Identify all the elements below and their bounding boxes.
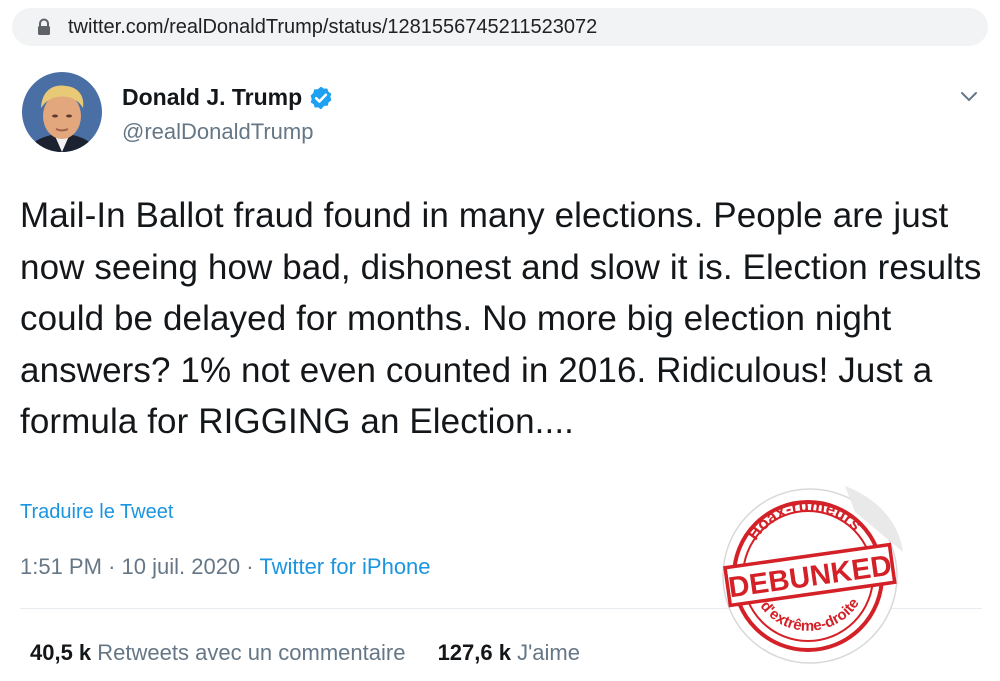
avatar[interactable] [22, 72, 102, 152]
author-row: Donald J. Trump [122, 84, 334, 111]
meta-separator: · [246, 554, 254, 579]
verified-badge-icon [308, 85, 334, 111]
author-name[interactable]: Donald J. Trump [122, 84, 302, 111]
chevron-down-icon[interactable] [953, 85, 985, 109]
tweet-date[interactable]: 10 juil. 2020 [122, 554, 241, 579]
tweet-text: Mail-In Ballot fraud found in many elect… [20, 196, 982, 441]
likes-stat[interactable]: 127,6 k J'aime [438, 640, 580, 665]
tweet-source-link[interactable]: Twitter for iPhone [259, 554, 430, 579]
lock-icon[interactable] [32, 15, 56, 39]
debunked-stamp: Hoax-rumeurs DEBUNKED d'extrême-droite [722, 486, 903, 664]
translate-tweet-link[interactable]: Traduire le Tweet [20, 501, 173, 524]
meta-separator: · [108, 554, 116, 579]
retweets-label: Retweets avec un commentaire [97, 640, 406, 665]
address-bar[interactable]: twitter.com/realDonaldTrump/status/12815… [12, 8, 988, 46]
tweet-stats: 40,5 k Retweets avec un commentaire 127,… [30, 640, 606, 666]
retweets-stat[interactable]: 40,5 k Retweets avec un commentaire [30, 640, 405, 665]
tweet-time[interactable]: 1:51 PM [20, 554, 102, 579]
tweet-meta: 1:51 PM · 10 juil. 2020 · Twitter for iP… [20, 554, 431, 580]
likes-label: J'aime [517, 640, 580, 665]
author-handle[interactable]: @realDonaldTrump [122, 119, 313, 145]
url-text[interactable]: twitter.com/realDonaldTrump/status/12815… [68, 16, 597, 39]
likes-count: 127,6 k [437, 640, 511, 665]
retweets-count: 40,5 k [30, 640, 92, 665]
